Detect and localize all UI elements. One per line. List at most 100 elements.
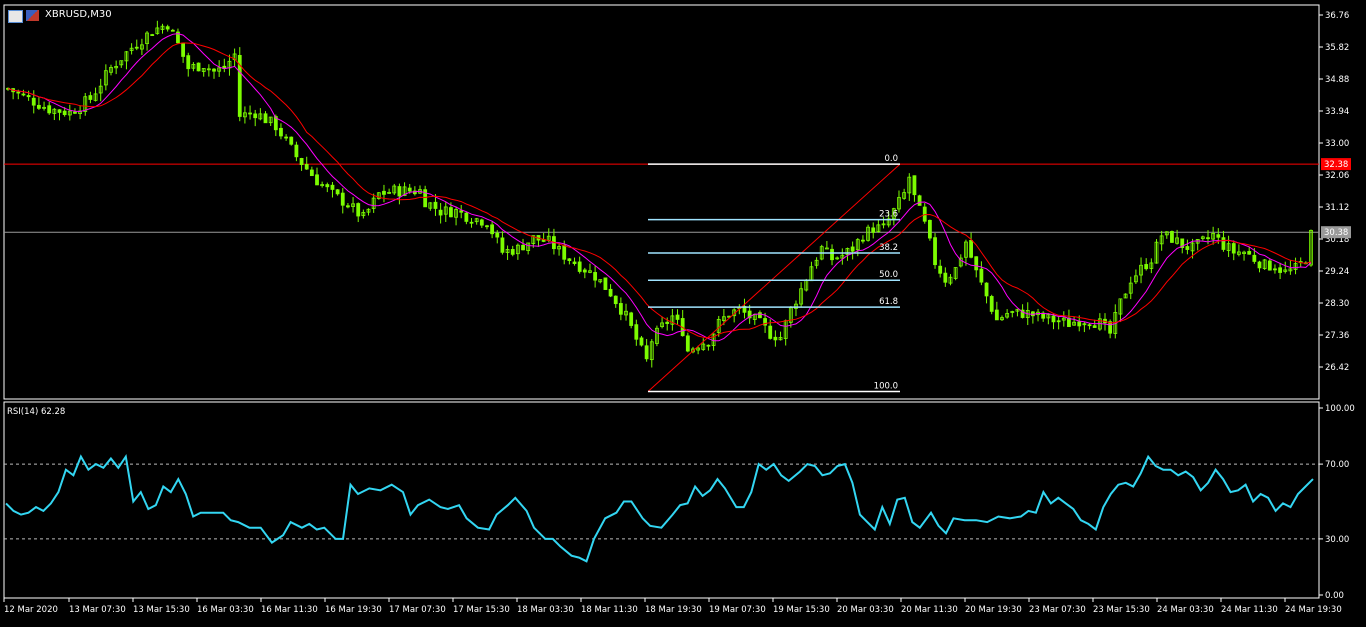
candle-body	[263, 113, 268, 124]
flag-icon[interactable]	[26, 10, 39, 21]
rsi-panel-frame	[3, 401, 1320, 599]
chart-svg: 36.7635.8234.8833.9433.0032.0631.1230.18…	[3, 4, 1355, 615]
candle-body	[449, 207, 453, 218]
candle-body	[861, 239, 865, 242]
candle-body	[577, 261, 582, 272]
candle-body	[1206, 237, 1210, 240]
candle-body	[969, 239, 973, 258]
ma-slow-line	[7, 42, 1312, 339]
candle-body	[57, 109, 62, 113]
candle-body	[1144, 264, 1149, 270]
candle-body	[572, 261, 577, 264]
candle-body	[356, 203, 361, 217]
fib-trend-line	[647, 163, 901, 392]
candle-body	[479, 219, 484, 226]
time-axis-label: 19 Mar 07:30	[709, 605, 766, 615]
candle-body	[1170, 231, 1174, 243]
time-axis-label: 18 Mar 03:30	[517, 605, 574, 615]
candle-body	[315, 174, 319, 186]
rsi-axis-label: 30.00	[1325, 535, 1349, 545]
candle-body	[521, 244, 525, 251]
price-axis-label: 27.36	[1325, 331, 1349, 341]
candle-body	[608, 288, 613, 297]
candle-body	[165, 26, 170, 30]
candle-body	[134, 46, 139, 49]
candle-body	[1087, 324, 1092, 327]
time-axis-label: 13 Mar 07:30	[69, 605, 126, 615]
candle-body	[464, 212, 469, 222]
candle-body	[495, 232, 500, 238]
price-axis-label: 36.76	[1325, 11, 1349, 21]
candle-body	[325, 184, 330, 188]
candle-body	[1056, 320, 1061, 323]
candle-body	[407, 187, 412, 192]
candle-body	[603, 277, 608, 290]
time-axis-label: 23 Mar 07:30	[1029, 605, 1086, 615]
time-axis-label: 16 Mar 03:30	[197, 605, 254, 615]
candle-body	[16, 91, 21, 94]
price-axis-label: 33.00	[1325, 139, 1349, 149]
rsi-title: RSI(14) 62.28	[7, 407, 65, 417]
candle-body	[593, 272, 598, 281]
candle-body	[665, 321, 670, 324]
candle-body	[62, 110, 67, 116]
time-axis-label: 18 Mar 19:30	[645, 605, 702, 615]
fib-level-label: 61.8	[879, 297, 898, 307]
candle-body	[37, 104, 41, 109]
fib-level-label: 50.0	[879, 270, 898, 280]
candle-body	[927, 219, 932, 239]
candle-body	[768, 325, 773, 339]
candle-body	[1278, 267, 1282, 273]
candle-body	[1247, 251, 1252, 255]
chart-window: 36.76 35.82 34.88 33.94 33.00 32.06 31.12 30.18…	[0, 0, 1366, 623]
candle-body	[26, 95, 31, 98]
time-axis-label: 16 Mar 19:30	[325, 605, 382, 615]
price-axis-label: 28.30	[1325, 299, 1349, 309]
candle-body	[1273, 268, 1277, 271]
candle-body	[989, 296, 994, 312]
time-axis-label: 24 Mar 03:30	[1157, 605, 1214, 615]
time-axis-label: 16 Mar 11:30	[261, 605, 318, 615]
time-axis-label: 17 Mar 07:30	[389, 605, 446, 615]
price-panel-frame	[3, 4, 1320, 400]
candle-body	[335, 189, 340, 195]
candle-body	[1252, 254, 1257, 262]
candle-body	[346, 205, 350, 208]
candle-body	[304, 164, 309, 170]
time-axis-label: 19 Mar 15:30	[773, 605, 830, 615]
ask-price-tag-label: 30.38	[1324, 228, 1348, 238]
time-axis-label: 18 Mar 11:30	[581, 605, 638, 615]
price-axis-label: 35.82	[1325, 43, 1349, 53]
candle-body	[582, 269, 587, 273]
time-axis-label: 13 Mar 15:30	[133, 605, 190, 615]
candle-body	[438, 209, 443, 216]
candle-body	[253, 113, 258, 119]
candle-body	[933, 237, 937, 266]
candle-body	[289, 136, 294, 145]
fib-level-label: 0.0	[884, 154, 898, 164]
symbol-timeframe-label: XBRUSD,M30	[45, 9, 112, 20]
candle-body	[186, 55, 191, 70]
ma-fast-line	[7, 33, 1312, 342]
candle-body	[397, 186, 402, 197]
candle-body	[974, 256, 979, 271]
candle-body	[330, 184, 335, 190]
time-axis-label: 23 Mar 15:30	[1093, 605, 1150, 615]
candle-body	[510, 249, 515, 255]
candle-body	[340, 192, 345, 206]
time-axis-label: 12 Mar 2020	[4, 605, 58, 615]
bid-price-tag-label: 32.38	[1324, 160, 1348, 170]
price-axis-label: 33.94	[1325, 107, 1349, 117]
candle-body	[613, 295, 618, 305]
candle-body	[382, 190, 386, 195]
candle-body	[675, 314, 680, 320]
table-icon[interactable]	[8, 10, 23, 23]
candle-body	[299, 158, 304, 165]
candle-body	[629, 312, 634, 326]
candle-body	[706, 344, 711, 347]
candle-body	[181, 42, 186, 57]
candle-body	[21, 93, 26, 96]
rsi-axis-label: 70.00	[1325, 460, 1349, 470]
candle-body	[618, 303, 623, 315]
candle-body	[469, 221, 474, 224]
